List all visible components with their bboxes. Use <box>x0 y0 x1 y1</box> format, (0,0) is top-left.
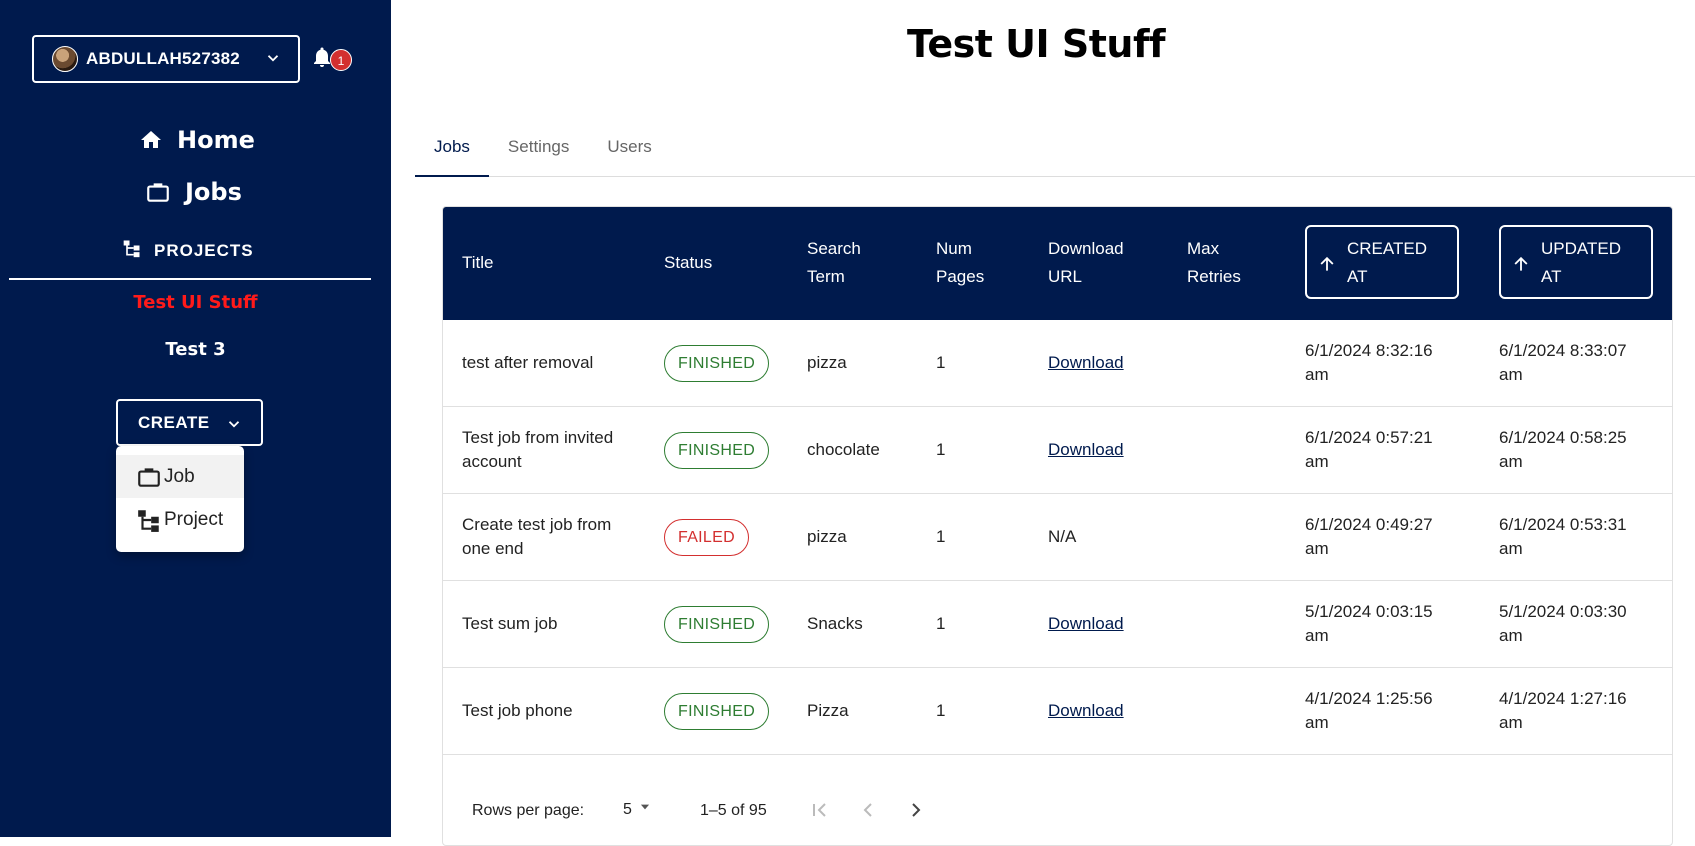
create-button-label: CREATE <box>138 412 210 432</box>
projects-header: PROJECTS <box>122 238 254 263</box>
rows-per-page-label: Rows per page: <box>472 802 585 819</box>
cell-num-pages: 1 <box>936 527 946 546</box>
header-created-at: CREATED AT <box>1347 239 1427 286</box>
menu-item-label: Project <box>164 508 224 530</box>
header-updated-at: UPDATED AT <box>1541 239 1621 286</box>
user-menu-button[interactable]: ABDULLAH527382 <box>32 35 300 83</box>
cell-search-term: pizza <box>807 527 847 546</box>
table-row[interactable]: Create test job from one end FAILED pizz… <box>443 494 1672 581</box>
nav-jobs[interactable]: Jobs <box>145 178 242 206</box>
download-link[interactable]: Download <box>1048 351 1124 375</box>
project-tree-icon <box>136 507 162 533</box>
cell-updated-at: 6/1/2024 0:58:25 am <box>1499 428 1627 471</box>
download-link[interactable]: Download <box>1048 699 1124 723</box>
tab-users[interactable]: Users <box>588 128 670 177</box>
create-dropdown-menu: Job Project <box>116 446 244 552</box>
home-icon <box>139 128 163 152</box>
main-content: Test UI Stuff Jobs Settings Users Title … <box>391 0 1695 846</box>
header-status: Status <box>664 253 713 272</box>
cell-created-at: 4/1/2024 1:25:56 am <box>1305 689 1433 732</box>
create-button[interactable]: CREATE <box>116 399 263 446</box>
cell-created-at: 6/1/2024 0:57:21 am <box>1305 428 1433 471</box>
cell-search-term: Pizza <box>807 701 849 720</box>
pagination-range: 1–5 of 95 <box>700 802 767 819</box>
menu-item-label: Job <box>164 465 195 487</box>
cell-created-at: 6/1/2024 8:32:16 am <box>1305 341 1433 384</box>
cell-title: Test job from invited account <box>462 428 614 471</box>
cell-num-pages: 1 <box>936 440 946 459</box>
chevron-down-icon <box>264 49 282 72</box>
sidebar: ABDULLAH527382 1 Home Jobs PROJECTS Test… <box>0 0 391 837</box>
table-row[interactable]: Test sum job FINISHED Snacks 1 Download … <box>443 581 1672 668</box>
page-title: Test UI Stuff <box>906 22 1166 66</box>
cell-title: Create test job from one end <box>462 515 612 558</box>
divider <box>9 278 371 280</box>
project-link-active[interactable]: Test UI Stuff <box>0 292 391 313</box>
first-page-icon[interactable] <box>808 798 832 827</box>
cell-created-at: 5/1/2024 0:03:15 am <box>1305 602 1433 645</box>
cell-num-pages: 1 <box>936 614 946 633</box>
cell-search-term: Snacks <box>807 614 863 633</box>
previous-page-icon[interactable] <box>856 798 880 827</box>
status-badge: FAILED <box>664 519 749 556</box>
menu-item-job[interactable]: Job <box>116 455 244 498</box>
cell-title: test after removal <box>462 353 594 372</box>
cell-title: Test job phone <box>462 701 573 720</box>
briefcase-icon <box>136 464 162 490</box>
jobs-table: Title Status Search Term Num Pages Downl… <box>442 206 1673 846</box>
pagination: Rows per page: 5 1–5 of 95 <box>443 767 1672 845</box>
project-link[interactable]: Test 3 <box>0 339 391 360</box>
rows-per-page-value: 5 <box>623 800 632 818</box>
briefcase-icon <box>145 179 171 205</box>
table-row[interactable]: Test job from invited account FINISHED c… <box>443 407 1672 494</box>
header-search-term: Search Term <box>807 239 861 286</box>
arrow-up-icon <box>1511 254 1531 279</box>
header-title: Title <box>462 253 494 272</box>
sort-updated-at-button[interactable]: UPDATED AT <box>1499 225 1653 299</box>
table-row[interactable]: Test job phone FINISHED Pizza 1 Download… <box>443 668 1672 755</box>
cell-search-term: pizza <box>807 353 847 372</box>
cell-updated-at: 4/1/2024 1:27:16 am <box>1499 689 1627 732</box>
cell-updated-at: 5/1/2024 0:03:30 am <box>1499 602 1627 645</box>
cell-title: Test sum job <box>462 614 558 633</box>
tab-settings[interactable]: Settings <box>489 128 588 177</box>
user-name: ABDULLAH527382 <box>86 49 240 68</box>
table-row[interactable]: test after removal FINISHED pizza 1 Down… <box>443 320 1672 407</box>
header-num-pages: Num Pages <box>936 239 985 286</box>
table-header: Title Status Search Term Num Pages Downl… <box>443 207 1672 320</box>
rows-per-page-select[interactable]: 5 <box>623 800 652 819</box>
nav-home-label: Home <box>177 126 255 154</box>
status-badge: FINISHED <box>664 432 770 469</box>
status-badge: FINISHED <box>664 693 770 730</box>
notification-count-badge: 1 <box>330 49 352 71</box>
status-badge: FINISHED <box>664 345 770 382</box>
cell-num-pages: 1 <box>936 701 946 720</box>
cell-num-pages: 1 <box>936 353 946 372</box>
tabs: Jobs Settings Users <box>415 128 1695 177</box>
project-tree-icon <box>122 238 142 263</box>
cell-updated-at: 6/1/2024 8:33:07 am <box>1499 341 1627 384</box>
projects-header-label: PROJECTS <box>154 240 254 260</box>
menu-item-project[interactable]: Project <box>116 498 244 541</box>
caret-down-icon <box>638 800 652 819</box>
tab-jobs[interactable]: Jobs <box>415 128 489 177</box>
download-link[interactable]: Download <box>1048 438 1124 462</box>
cell-download-url: N/A <box>1048 527 1077 546</box>
status-badge: FINISHED <box>664 606 770 643</box>
cell-created-at: 6/1/2024 0:49:27 am <box>1305 515 1433 558</box>
download-link[interactable]: Download <box>1048 612 1124 636</box>
header-download-url: Download URL <box>1048 239 1124 286</box>
sort-created-at-button[interactable]: CREATED AT <box>1305 225 1459 299</box>
avatar <box>52 46 78 72</box>
cell-search-term: chocolate <box>807 440 880 459</box>
nav-jobs-label: Jobs <box>185 178 242 206</box>
next-page-icon[interactable] <box>904 798 928 827</box>
arrow-up-icon <box>1317 254 1337 279</box>
nav-home[interactable]: Home <box>139 126 255 154</box>
chevron-down-icon <box>225 415 243 438</box>
cell-updated-at: 6/1/2024 0:53:31 am <box>1499 515 1627 558</box>
header-max-retries: Max Retries <box>1187 239 1241 286</box>
